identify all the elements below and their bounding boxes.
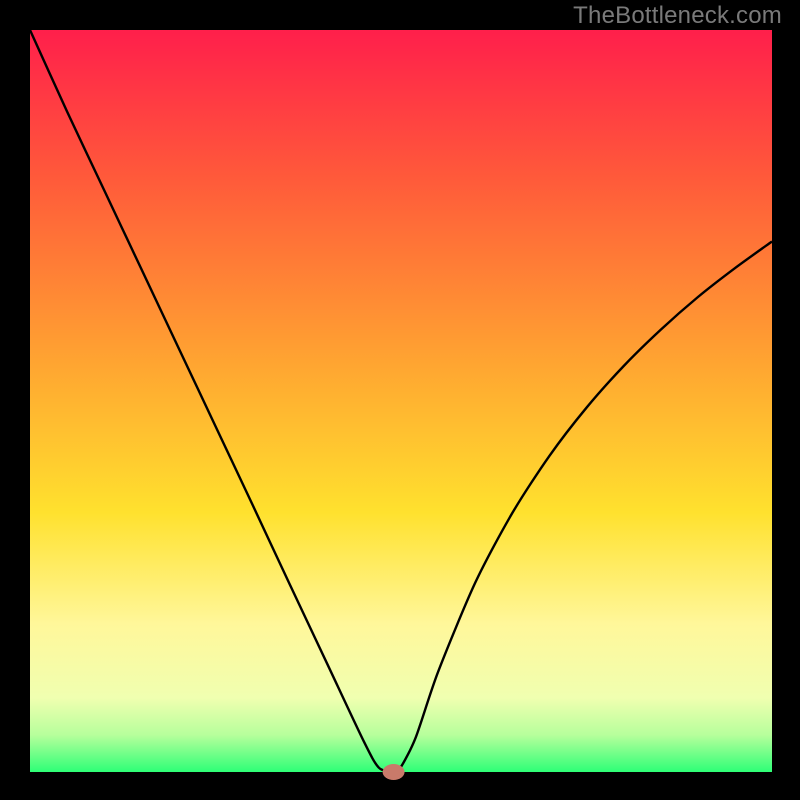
optimum-marker [383,764,405,780]
chart-frame: { "watermark": "TheBottleneck.com", "cha… [0,0,800,800]
watermark-text: TheBottleneck.com [573,2,782,30]
bottleneck-chart [0,0,800,800]
plot-background [30,30,772,772]
